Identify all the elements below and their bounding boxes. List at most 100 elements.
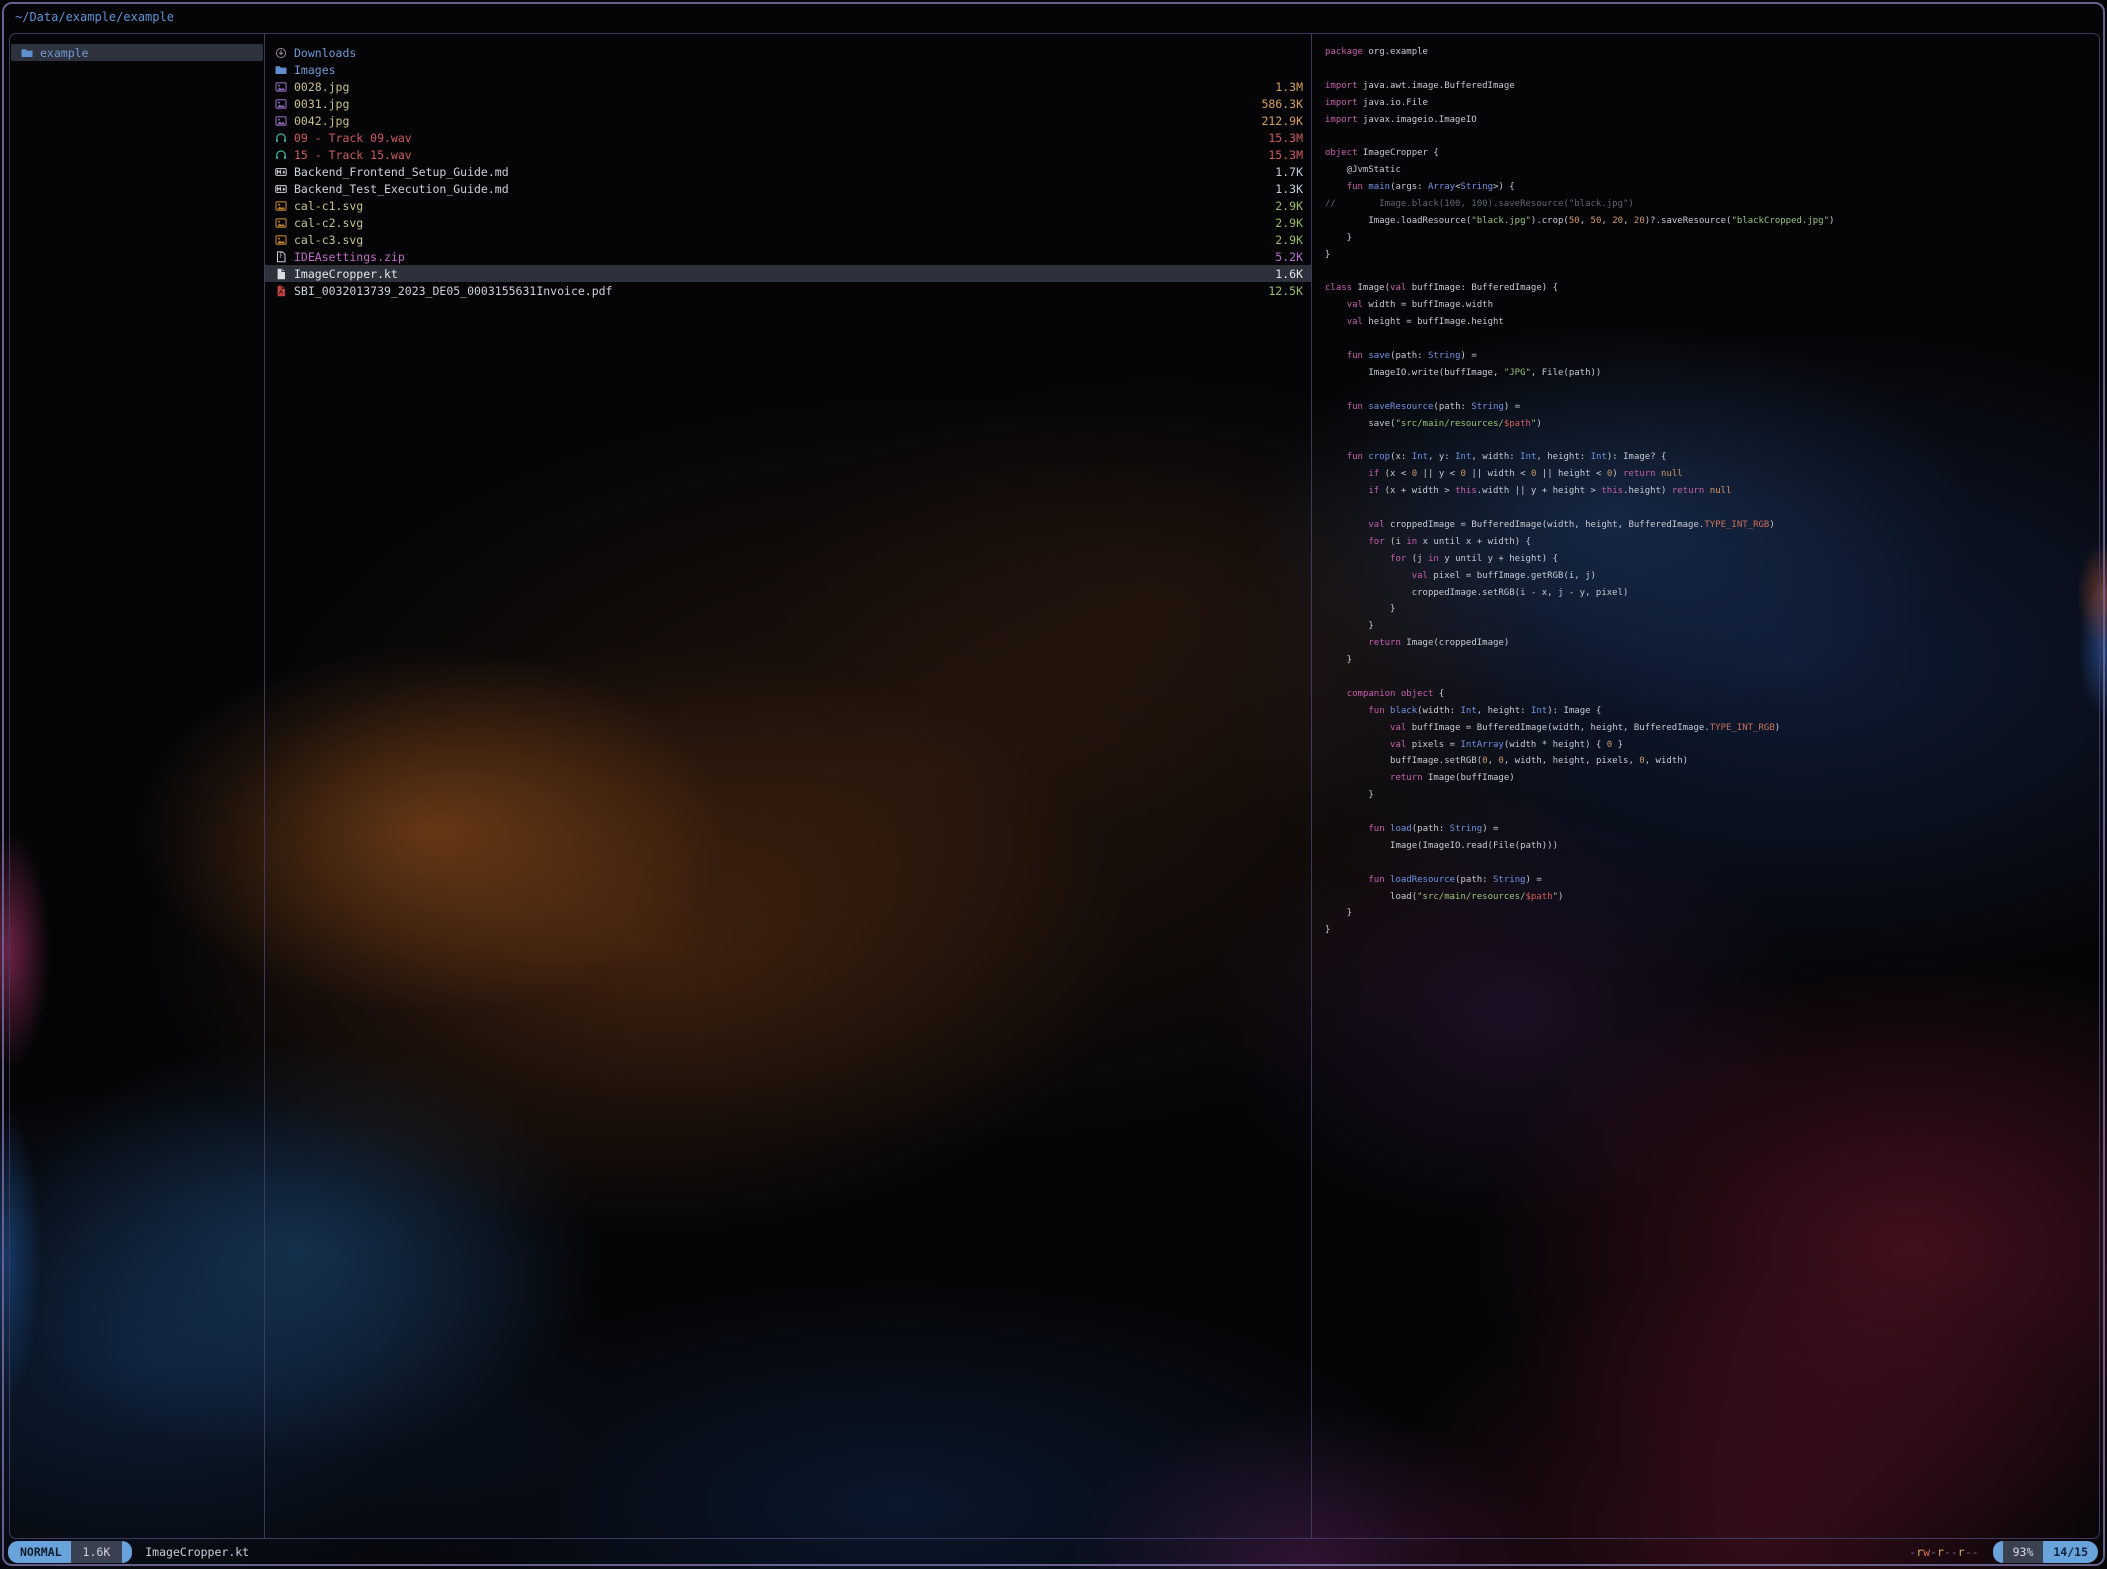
code-line: val buffImage = BufferedImage(width, hei… [1325,720,2098,737]
file-name: Images [294,63,1295,77]
file-row[interactable]: 0031.jpg 586.3K [265,95,1311,112]
svg-icon [275,200,287,212]
kt-icon [275,268,287,280]
file-permissions: -rw-r--r-- [1909,1545,1978,1559]
file-name: cal-c3.svg [294,233,1267,247]
code-line: if (x + width > this.width || y + height… [1325,483,2098,500]
jpg-icon [275,81,287,93]
code-line: val pixel = buffImage.getRGB(i, j) [1325,568,2098,585]
file-name: Backend_Frontend_Setup_Guide.md [294,165,1267,179]
file-size: 2.9K [1275,216,1303,230]
file-row[interactable]: cal-c2.svg 2.9K [265,214,1311,231]
jpg-icon [275,115,287,127]
wav-icon [275,132,287,144]
code-line: } [1325,787,2098,804]
downloads-icon [275,47,287,59]
code-line [1325,804,2098,821]
wav-icon [275,149,287,161]
jpg-icon [275,98,287,110]
file-row[interactable]: cal-c3.svg2.9K [265,231,1311,248]
svg-icon [275,217,287,229]
file-name: 09 - Track 09.wav [294,131,1260,145]
file-size: 12.5K [1268,284,1303,298]
code-line [1325,432,2098,449]
md-icon [275,166,287,178]
code-line: } [1325,652,2098,669]
code-line: @JvmStatic [1325,162,2098,179]
mode-badge-left-cap [8,1541,18,1563]
file-size: 586.3K [1261,97,1303,111]
code-line: } [1325,618,2098,635]
percent-badge-left-cap [1993,1541,2003,1563]
pdf-icon [275,285,287,297]
files-pane: Downloads Images 0028.jpg 1.3M 0031.jpg 586.3… [265,44,1311,1534]
code-line: // Image.black(100, 100).saveResource("b… [1325,196,2098,213]
file-row[interactable]: SBI_0032013739_2023_DE05_0003155631Invoi… [265,282,1311,299]
code-line: Image(ImageIO.read(File(path))) [1325,838,2098,855]
code-line: import javax.imageio.ImageIO [1325,112,2098,129]
code-line: companion object { [1325,686,2098,703]
file-row[interactable]: cal-c1.svg2.9K [265,197,1311,214]
code-line: } [1325,905,2098,922]
md-icon [275,183,287,195]
file-size: 1.6K [1275,267,1303,281]
file-name: 0042.jpg [294,114,1253,128]
code-line: if (x < 0 || y < 0 || width < 0 || heigh… [1325,466,2098,483]
code-line: load("src/main/resources/$path") [1325,889,2098,906]
code-line [1325,669,2098,686]
code-line: package org.example [1325,44,2098,61]
code-line [1325,855,2098,872]
parent-dir-item[interactable]: example [11,44,263,61]
file-name: 0028.jpg [294,80,1267,94]
file-row[interactable]: Images [265,61,1311,78]
code-line: croppedImage.setRGB(i - x, j - y, pixel) [1325,585,2098,602]
code-line [1325,500,2098,517]
code-line: fun black(width: Int, height: Int): Imag… [1325,703,2098,720]
file-name: cal-c2.svg [294,216,1267,230]
code-line [1325,382,2098,399]
file-row[interactable]: Downloads [265,44,1311,61]
yazi-file-manager-window: ~/Data/example/example example Downloads… [0,0,2107,1569]
path-title: ~/Data/example/example [15,7,174,27]
code-line: fun load(path: String) = [1325,821,2098,838]
file-size-badge: 1.6K [71,1541,123,1563]
file-name: 0031.jpg [294,97,1253,111]
file-row[interactable]: ImageCropper.kt 1.6K [265,265,1311,282]
zip-icon [275,251,287,263]
code-line: return Image(buffImage) [1325,770,2098,787]
code-line: fun loadResource(path: String) = [1325,872,2098,889]
file-name: IDEAsettings.zip [294,250,1267,264]
file-size: 15.3M [1268,131,1303,145]
code-line: } [1325,230,2098,247]
file-row[interactable]: 0028.jpg 1.3M [265,78,1311,95]
code-line [1325,61,2098,78]
status-bar: NORMAL 1.6K ImageCropper.kt -rw-r--r-- 9… [8,1541,2098,1563]
code-line: } [1325,922,2098,939]
file-size: 15.3M [1268,148,1303,162]
file-row[interactable]: IDEAsettings.zip 5.2K [265,248,1311,265]
file-row[interactable]: Backend_Frontend_Setup_Guide.md 1.7K [265,163,1311,180]
status-left: NORMAL 1.6K ImageCropper.kt [8,1541,249,1563]
file-row[interactable]: 09 - Track 09.wav 15.3M [265,129,1311,146]
size-badge-right-cap [122,1541,132,1563]
file-name: cal-c1.svg [294,199,1267,213]
file-size: 1.3M [1275,80,1303,94]
panes-container: example DownloadsImages0028.jpg1.3M0031.… [9,33,2100,1539]
code-line: val pixels = IntArray(width * height) { … [1325,737,2098,754]
file-row[interactable]: Backend_Test_Execution_Guide.md1.3K [265,180,1311,197]
file-row[interactable]: 0042.jpg 212.9K [265,112,1311,129]
code-line: fun crop(x: Int, y: Int, width: Int, hei… [1325,449,2098,466]
file-size: 1.7K [1275,165,1303,179]
file-size: 212.9K [1261,114,1303,128]
file-row[interactable]: 15 - Track 15.wav15.3M [265,146,1311,163]
code-line: save("src/main/resources/$path") [1325,416,2098,433]
file-name: Downloads [294,46,1295,60]
code-line: val width = buffImage.width [1325,297,2098,314]
file-size: 5.2K [1275,250,1303,264]
code-line [1325,331,2098,348]
file-name: ImageCropper.kt [294,267,1267,281]
folder-icon [275,64,287,76]
code-line: } [1325,601,2098,618]
status-filename: ImageCropper.kt [145,1545,249,1559]
code-line [1325,128,2098,145]
